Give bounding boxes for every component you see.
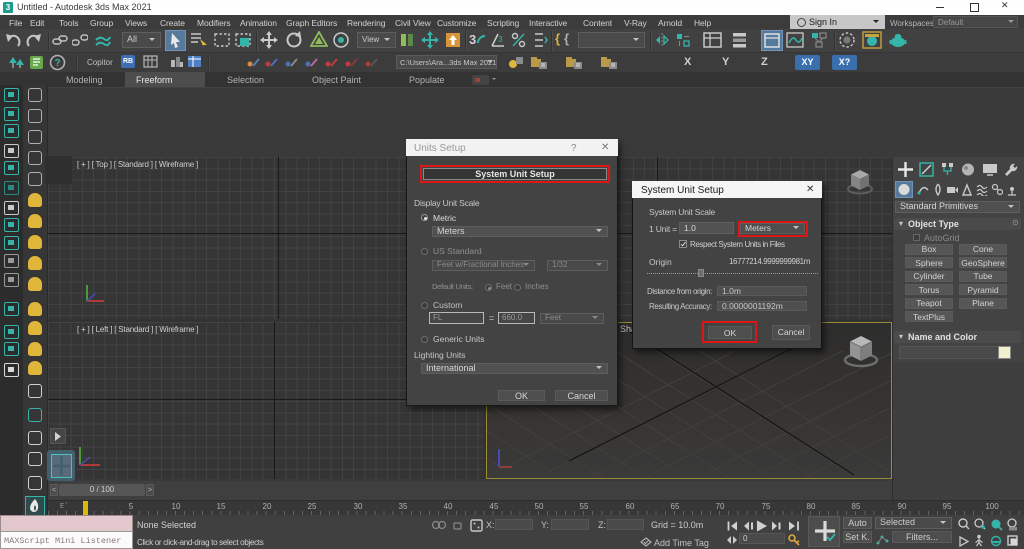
svg-text:3: 3: [498, 35, 503, 44]
svg-text:?: ?: [55, 58, 61, 69]
